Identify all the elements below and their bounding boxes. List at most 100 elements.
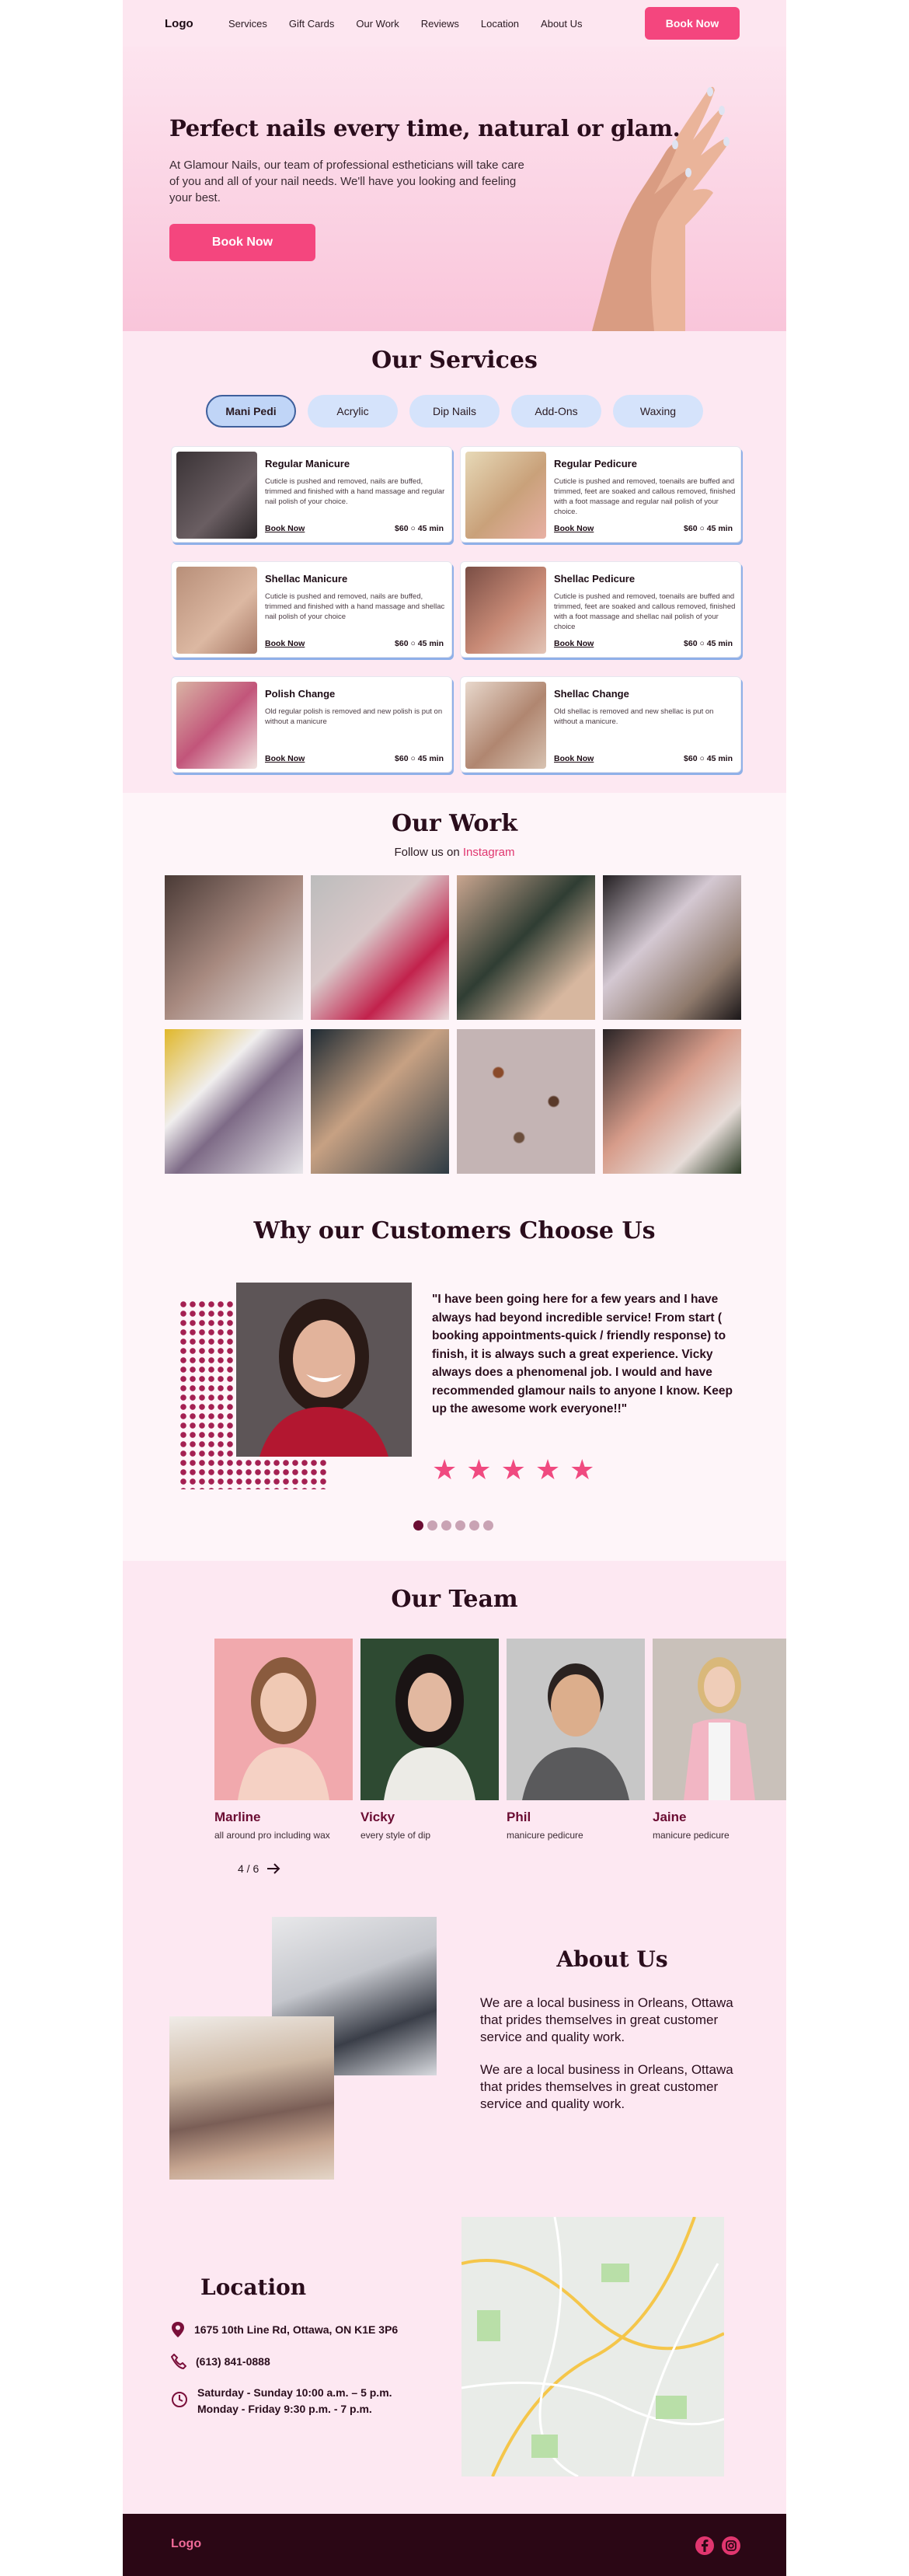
about-paragraph: We are a local business in Orleans, Otta… [480, 2062, 733, 2111]
service-image [176, 567, 257, 654]
service-image [465, 452, 546, 539]
hours-weekday: Monday - Friday 9:30 p.m. - 7 p.m. [197, 2403, 372, 2415]
service-image [465, 682, 546, 769]
service-book-link[interactable]: Book Now [554, 639, 594, 648]
gallery-photo[interactable] [457, 875, 595, 1020]
team-title: Our Team [391, 1586, 518, 1613]
tab-acrylic[interactable]: Acrylic [308, 395, 398, 428]
tab-waxing[interactable]: Waxing [613, 395, 703, 428]
gallery-photo[interactable] [457, 1029, 595, 1174]
service-book-link[interactable]: Book Now [265, 639, 305, 648]
service-card-regular-pedicure: Regular Pedicure Cuticle is pushed and r… [460, 446, 741, 543]
address-text: 1675 10th Line Rd, Ottawa, ON K1E 3P6 [194, 2323, 399, 2336]
map-image [461, 2217, 724, 2477]
services-tabs: Mani Pedi Acrylic Dip Nails Add-Ons Waxi… [123, 395, 786, 428]
hours-row: Saturday - Sunday 10:00 a.m. – 5 p.m. Mo… [171, 2385, 392, 2417]
member-photo [653, 1639, 786, 1800]
service-book-link[interactable]: Book Now [265, 524, 305, 533]
service-card-polish-change: Polish Change Old regular polish is remo… [171, 676, 452, 773]
service-price: $60 ○ 45 min [395, 639, 444, 648]
rating-stars: ★ ★ ★ ★ ★ [432, 1454, 594, 1486]
phone-row: (613) 841-0888 [171, 2354, 270, 2369]
service-price: $60 ○ 45 min [395, 754, 444, 763]
location-title: Location [200, 2274, 307, 2300]
hero-text: At Glamour Nails, our team of profession… [169, 159, 524, 204]
nav-book-now-button[interactable]: Book Now [645, 7, 740, 40]
member-name: Jaine [653, 1810, 687, 1824]
pager-dot[interactable] [441, 1520, 451, 1531]
service-book-link[interactable]: Book Now [554, 524, 594, 533]
gallery-photo[interactable] [311, 1029, 449, 1174]
service-description: Cuticle is pushed and removed, toenails … [554, 592, 736, 631]
member-name: Vicky [360, 1810, 395, 1824]
phone-icon [171, 2354, 186, 2369]
team-member-phil: Phil manicure pedicure [507, 1639, 645, 1841]
service-book-link[interactable]: Book Now [265, 754, 305, 763]
service-book-link[interactable]: Book Now [554, 754, 594, 763]
nav-link-about-us[interactable]: About Us [541, 18, 582, 30]
member-photo [507, 1639, 645, 1800]
service-name: Shellac Change [554, 688, 629, 700]
member-name: Phil [507, 1810, 531, 1824]
phone-text[interactable]: (613) 841-0888 [196, 2355, 270, 2368]
service-price: $60 ○ 45 min [684, 754, 733, 763]
service-image [465, 567, 546, 654]
service-card-shellac-pedicure: Shellac Pedicure Cuticle is pushed and r… [460, 561, 741, 658]
pager-dot[interactable] [483, 1520, 493, 1531]
gallery-photo[interactable] [165, 1029, 303, 1174]
service-image [176, 452, 257, 539]
service-card-regular-manicure: Regular Manicure Cuticle is pushed and r… [171, 446, 452, 543]
pager-dot[interactable] [469, 1520, 479, 1531]
team-slider-control: 4 / 6 [238, 1862, 280, 1875]
service-image [176, 682, 257, 769]
follow-line: Follow us on Instagram [123, 846, 786, 859]
gallery-photo[interactable] [603, 875, 741, 1020]
star-icon: ★ [432, 1454, 458, 1485]
review-pager [413, 1520, 493, 1531]
team-member-jaine: Jaine manicure pedicure [653, 1639, 786, 1841]
nav-link-location[interactable]: Location [481, 18, 519, 30]
pager-dot[interactable] [455, 1520, 465, 1531]
hero-book-now-button[interactable]: Book Now [169, 224, 315, 261]
facebook-icon[interactable] [695, 2536, 715, 2556]
logo[interactable]: Logo [165, 17, 193, 30]
service-name: Polish Change [265, 688, 336, 700]
arrow-right-icon[interactable] [266, 1862, 280, 1875]
service-price: $60 ○ 45 min [395, 524, 444, 533]
nav-link-our-work[interactable]: Our Work [356, 18, 399, 30]
member-role: manicure pedicure [653, 1830, 730, 1841]
pager-dot[interactable] [413, 1520, 423, 1531]
service-name: Shellac Pedicure [554, 573, 636, 585]
page: Logo Services Gift Cards Our Work Review… [123, 0, 786, 2576]
hands-image [592, 86, 730, 331]
footer-logo[interactable]: Logo [171, 2537, 201, 2551]
hours-text: Saturday - Sunday 10:00 a.m. – 5 p.m. Mo… [197, 2385, 392, 2417]
instagram-icon[interactable] [721, 2536, 741, 2556]
nav-link-gift-cards[interactable]: Gift Cards [289, 18, 335, 30]
work-title: Our Work [391, 810, 518, 837]
service-description: Old regular polish is removed and new po… [265, 707, 443, 726]
instagram-link[interactable]: Instagram [463, 846, 515, 859]
service-card-shellac-change: Shellac Change Old shellac is removed an… [460, 676, 741, 773]
tab-dip-nails[interactable]: Dip Nails [409, 395, 500, 428]
nav-link-reviews[interactable]: Reviews [421, 18, 459, 30]
services-title: Our Services [371, 347, 538, 374]
gallery-photo[interactable] [311, 875, 449, 1020]
gallery-photo[interactable] [603, 1029, 741, 1174]
footer: Logo [123, 2514, 786, 2576]
gallery-photo[interactable] [165, 875, 303, 1020]
member-photo [214, 1639, 353, 1800]
team-member-vicky: Vicky every style of dip [360, 1639, 499, 1841]
location-map[interactable] [461, 2217, 724, 2477]
star-icon: ★ [466, 1454, 492, 1485]
tab-add-ons[interactable]: Add-Ons [511, 395, 601, 428]
team-counter: 4 / 6 [238, 1862, 259, 1875]
nav-link-services[interactable]: Services [228, 18, 267, 30]
pager-dot[interactable] [427, 1520, 437, 1531]
member-role: manicure pedicure [507, 1830, 583, 1841]
service-card-shellac-manicure: Shellac Manicure Cuticle is pushed and r… [171, 561, 452, 658]
member-photo [360, 1639, 499, 1800]
service-name: Regular Manicure [265, 458, 350, 469]
tab-mani-pedi[interactable]: Mani Pedi [206, 395, 296, 428]
service-price: $60 ○ 45 min [684, 524, 733, 533]
